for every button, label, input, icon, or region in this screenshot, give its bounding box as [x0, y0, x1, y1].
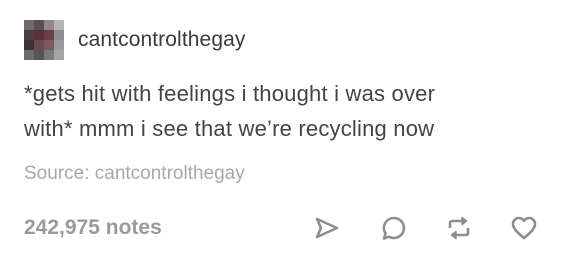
reblog-button[interactable]: [443, 212, 475, 244]
heart-icon: [511, 216, 537, 240]
username-link[interactable]: cantcontrolthegay: [78, 28, 245, 52]
post-actions: [0, 212, 564, 244]
share-button[interactable]: [311, 212, 343, 244]
source-link[interactable]: Source: cantcontrolthegay: [24, 163, 245, 185]
like-button[interactable]: [508, 212, 540, 244]
post-text-line: with* mmm i see that we’re recycling now: [24, 116, 435, 141]
post-header: cantcontrolthegay: [24, 20, 245, 60]
post-body: *gets hit with feelings i thought i was …: [24, 76, 544, 146]
post-text-line: *gets hit with feelings i thought i was …: [24, 81, 436, 106]
reblog-icon: [448, 216, 470, 240]
share-icon: [315, 217, 339, 239]
avatar[interactable]: [24, 20, 64, 60]
reply-icon: [382, 216, 406, 240]
reply-button[interactable]: [378, 212, 410, 244]
